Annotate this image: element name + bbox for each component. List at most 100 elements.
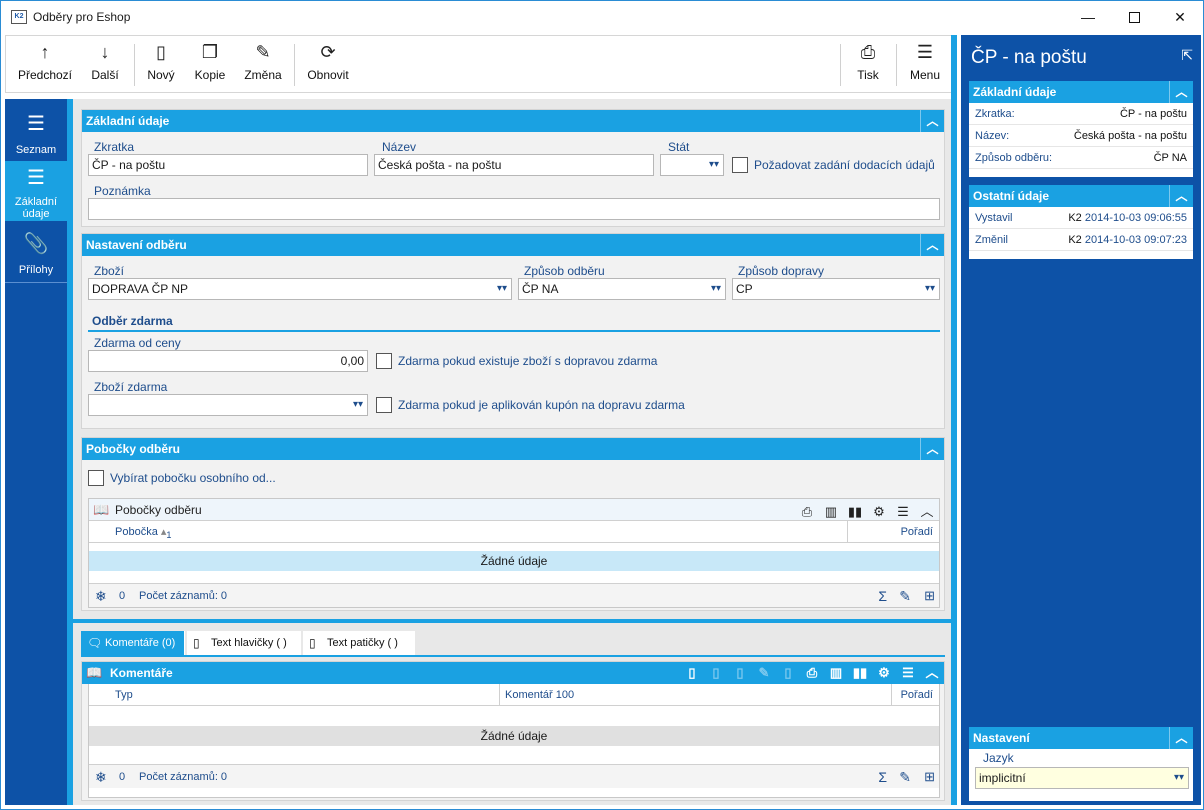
column-order[interactable]: Pořadí [901, 684, 933, 706]
require-delivery-label: Požadovat zadání dodacích údajů [754, 158, 935, 172]
name-input[interactable]: Česká pošta - na poštu [374, 154, 654, 176]
column-type[interactable]: Typ [115, 684, 133, 706]
transport-select[interactable]: CP ▾▾ [732, 278, 940, 300]
add-record-icon[interactable]: ⊞ [924, 765, 935, 789]
column-divider [847, 521, 848, 543]
add-record-icon[interactable]: ⊞ [924, 584, 935, 608]
copy-button[interactable]: ❐ Kopie [190, 36, 230, 92]
tab-attachments[interactable]: 📎 Přílohy [5, 225, 67, 283]
right-basic-header[interactable]: Základní údaje ︿ [969, 81, 1193, 103]
snowflake-icon[interactable]: ❄ [95, 765, 107, 789]
goods-select[interactable]: DOPRAVA ČP NP ▾▾ [88, 278, 512, 300]
hamburger-icon[interactable]: ☰ [898, 662, 918, 684]
tab-list-label: Seznam [15, 144, 57, 156]
chevron-up-icon[interactable]: ︿ [920, 438, 944, 460]
tab-footer-text[interactable]: ▯ Text patičky ( ) [303, 631, 415, 655]
horizontal-splitter[interactable] [73, 619, 951, 623]
note-input[interactable] [88, 198, 940, 220]
branches-section-header[interactable]: Pobočky odběru ︿ [82, 438, 944, 460]
free-goods-select[interactable]: ▾▾ [88, 394, 368, 416]
chart-icon[interactable]: ▥ [826, 662, 846, 684]
new-document-icon[interactable]: ▯ [682, 662, 702, 684]
free-if-goods-checkbox[interactable] [376, 353, 392, 369]
new-document-icon: ▯ [156, 42, 166, 62]
select-branch-checkbox[interactable] [88, 470, 104, 486]
refresh-button[interactable]: ⟳ Obnovit [300, 36, 356, 92]
chevron-up-icon[interactable]: ︿ [917, 501, 937, 523]
language-select[interactable]: implicitní ▾▾ [975, 767, 1189, 789]
close-button[interactable]: ✕ [1157, 1, 1203, 33]
right-settings-header[interactable]: Nastavení ︿ [969, 727, 1193, 749]
column-comment[interactable]: Komentář 100 [505, 684, 574, 706]
settings-section: Nastavení odběru ︿ Zboží DOPRAVA ČP NP ▾▾ … [81, 233, 945, 429]
chevron-up-icon[interactable]: ︿ [1169, 185, 1193, 207]
tab-list[interactable]: ☰ Seznam [5, 105, 67, 159]
right-other-title: Ostatní údaje [973, 189, 1050, 203]
right-settings-title: Nastavení [973, 731, 1030, 745]
sum-icon[interactable]: Σ [878, 765, 887, 789]
column-branch[interactable]: Pobočka ▴1 [115, 521, 172, 543]
row-date: 2014-10-03 09:06:55 [1084, 212, 1187, 224]
snowflake-icon[interactable]: ❄ [95, 584, 107, 608]
change-label: Změna [244, 68, 282, 82]
minimize-button[interactable]: — [1065, 1, 1111, 33]
note-label: Poznámka [94, 184, 151, 198]
chevron-up-icon[interactable]: ︿ [1169, 727, 1193, 749]
comments-records: Počet záznamů: 0 [139, 771, 228, 783]
free-from-value: 0,00 [340, 354, 364, 368]
change-button[interactable]: ✎ Změna [240, 36, 286, 92]
chevron-up-icon[interactable]: ︿ [922, 662, 942, 684]
new-button[interactable]: ▯ Nový [142, 36, 180, 92]
row-key: Změnil [975, 234, 1009, 246]
comments-count: 0 [119, 771, 126, 783]
chevron-up-icon[interactable]: ︿ [920, 110, 944, 132]
previous-button[interactable]: ↑ Předchozí [12, 36, 78, 92]
gear-icon[interactable]: ⚙ [869, 501, 889, 523]
pickup-select[interactable]: ČP NA ▾▾ [518, 278, 726, 300]
require-delivery-checkbox[interactable] [732, 157, 748, 173]
vertical-splitter[interactable] [951, 35, 957, 805]
window-title: Odběry pro Eshop [33, 10, 131, 24]
pencil-icon[interactable]: ✎ [899, 584, 911, 608]
menu-button[interactable]: ☰ Menu [904, 36, 946, 92]
popout-icon[interactable]: ⇱ [1181, 47, 1193, 64]
print-button[interactable]: ⎙ Tisk [846, 36, 890, 92]
settings-section-title: Nastavení odběru [86, 238, 187, 252]
printer-icon[interactable]: ⎙ [802, 662, 822, 684]
printer-icon[interactable]: ⎙ [797, 501, 817, 523]
toolbar: ↑ Předchozí ↓ Další ▯ Nový ❐ Kopie ✎ Změna ⟳ O… [5, 35, 953, 93]
title-bar: K2 Odběry pro Eshop — ✕ [1, 1, 1203, 33]
chevron-up-icon[interactable]: ︿ [920, 234, 944, 256]
gear-icon[interactable]: ⚙ [874, 662, 894, 684]
comments-toolbar: ▯ ▯ ▯ ✎ ▯ ⎙ ▥ ▮▮ ⚙ ☰ ︿ [682, 662, 942, 684]
comments-grid: Typ Komentář 100 Pořadí Žádné údaje ❄ 0 … [88, 684, 940, 798]
columns-icon[interactable]: ▮▮ [845, 501, 865, 523]
main-content: Základní údaje ︿ Zkratka ČP - na poštu Ná… [73, 99, 951, 805]
settings-section-header[interactable]: Nastavení odběru ︿ [82, 234, 944, 256]
tab-header-text[interactable]: ▯ Text hlavičky ( ) [187, 631, 301, 655]
free-if-coupon-label: Zdarma pokud je aplikován kupón na dopra… [398, 398, 685, 412]
right-other-header[interactable]: Ostatní údaje ︿ [969, 185, 1193, 207]
document-icon: ▯ [193, 636, 200, 650]
free-if-coupon-checkbox[interactable] [376, 397, 392, 413]
next-button[interactable]: ↓ Další [82, 36, 128, 92]
pencil-icon[interactable]: ✎ [899, 765, 911, 789]
free-from-input[interactable]: 0,00 [88, 350, 368, 372]
chart-icon[interactable]: ▥ [821, 501, 841, 523]
row-value: ČP NA [1153, 152, 1187, 164]
chevron-up-icon[interactable]: ︿ [1169, 81, 1193, 103]
maximize-button[interactable] [1111, 1, 1157, 33]
abbr-input[interactable]: ČP - na poštu [88, 154, 368, 176]
tab-basic[interactable]: ☰ Základní údaje [5, 161, 67, 221]
column-order[interactable]: Pořadí [901, 521, 933, 543]
tab-comments[interactable]: 🗨 Komentáře (0) [81, 631, 185, 655]
state-select[interactable]: ▾▾ [660, 154, 724, 176]
disabled-icon: ✎ [758, 665, 770, 680]
basic-section-header[interactable]: Základní údaje ︿ [82, 110, 944, 132]
goods-value: DOPRAVA ČP NP [92, 282, 189, 296]
sum-icon[interactable]: Σ [878, 584, 887, 608]
hamburger-icon[interactable]: ☰ [893, 501, 913, 523]
columns-icon[interactable]: ▮▮ [850, 662, 870, 684]
abbr-label: Zkratka [94, 140, 135, 154]
tab-attachments-label: Přílohy [18, 264, 54, 276]
